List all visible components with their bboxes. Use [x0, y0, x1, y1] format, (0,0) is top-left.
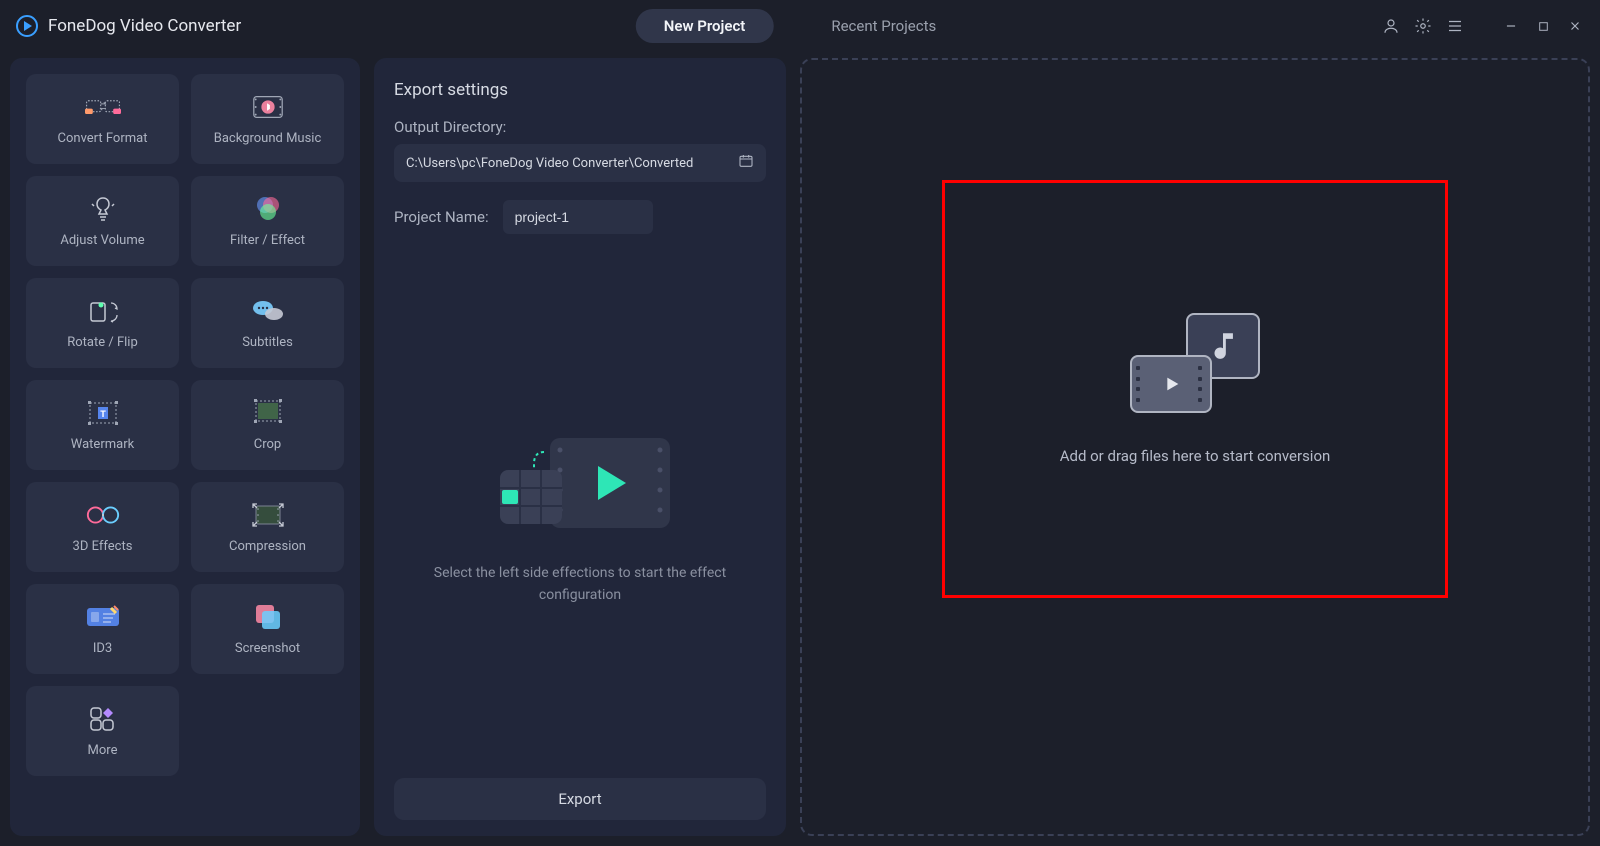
export-settings-panel: Export settings Output Directory: C:\Use…	[374, 58, 786, 836]
svg-text:T: T	[100, 410, 106, 420]
output-directory-label: Output Directory:	[394, 118, 766, 136]
tool-compression[interactable]: Compression	[191, 482, 344, 572]
drop-panel: Add or drag files here to start conversi…	[800, 58, 1590, 836]
tool-panel: Convert Format Background Music Adjust V…	[10, 58, 360, 836]
tool-label: Subtitles	[242, 335, 293, 350]
project-tabs: New Project Recent Projects	[636, 9, 964, 43]
menu-icon[interactable]	[1446, 17, 1464, 35]
minimize-button[interactable]	[1502, 17, 1520, 35]
titlebar: FoneDog Video Converter New Project Rece…	[0, 0, 1600, 52]
settings-icon[interactable]	[1414, 17, 1432, 35]
tool-label: ID3	[93, 641, 112, 656]
output-directory-value: C:\Users\pc\FoneDog Video Converter\Conv…	[406, 156, 693, 171]
tool-adjust-volume[interactable]: Adjust Volume	[26, 176, 179, 266]
project-name-label: Project Name:	[394, 208, 489, 226]
tool-label: More	[88, 743, 118, 758]
compression-icon	[250, 501, 286, 529]
export-button[interactable]: Export	[394, 778, 766, 820]
window-controls	[1382, 17, 1584, 35]
browse-folder-icon[interactable]	[738, 153, 754, 173]
media-drop-icon	[1130, 313, 1260, 413]
close-button[interactable]	[1566, 17, 1584, 35]
project-name-input[interactable]	[503, 200, 653, 234]
maximize-button[interactable]	[1534, 17, 1552, 35]
export-illustration: Select the left side effections to start…	[394, 260, 766, 766]
account-icon[interactable]	[1382, 17, 1400, 35]
tool-background-music[interactable]: Background Music	[191, 74, 344, 164]
subtitles-icon	[250, 297, 286, 325]
tab-recent-projects[interactable]: Recent Projects	[803, 9, 964, 43]
tool-label: Crop	[254, 437, 281, 452]
main-content: Convert Format Background Music Adjust V…	[0, 52, 1600, 846]
app-name: FoneDog Video Converter	[48, 16, 241, 36]
tool-more[interactable]: More	[26, 686, 179, 776]
brand: FoneDog Video Converter	[16, 15, 241, 37]
drop-zone[interactable]: Add or drag files here to start conversi…	[942, 180, 1448, 598]
tool-grid: Convert Format Background Music Adjust V…	[26, 74, 344, 776]
tab-new-project[interactable]: New Project	[636, 9, 774, 43]
tool-label: Rotate / Flip	[67, 335, 138, 350]
tool-watermark[interactable]: T Watermark	[26, 380, 179, 470]
tool-label: Watermark	[71, 437, 134, 452]
convert-format-icon	[85, 93, 121, 121]
filter-effect-icon	[250, 195, 286, 223]
project-name-row: Project Name:	[394, 200, 766, 234]
tool-3d-effects[interactable]: 3D Effects	[26, 482, 179, 572]
tool-label: Background Music	[214, 131, 322, 146]
output-directory-field[interactable]: C:\Users\pc\FoneDog Video Converter\Conv…	[394, 144, 766, 182]
brand-logo-icon	[16, 15, 38, 37]
export-settings-title: Export settings	[394, 80, 766, 100]
tool-crop[interactable]: Crop	[191, 380, 344, 470]
3d-effects-icon	[85, 501, 121, 529]
tool-subtitles[interactable]: Subtitles	[191, 278, 344, 368]
effect-illustration-icon	[480, 420, 680, 540]
tool-label: Filter / Effect	[230, 233, 305, 248]
tool-filter-effect[interactable]: Filter / Effect	[191, 176, 344, 266]
tool-label: Screenshot	[235, 641, 300, 656]
tool-label: Convert Format	[58, 131, 148, 146]
background-music-icon	[250, 93, 286, 121]
screenshot-icon	[250, 603, 286, 631]
tool-rotate-flip[interactable]: Rotate / Flip	[26, 278, 179, 368]
rotate-flip-icon	[85, 297, 121, 325]
drop-zone-text: Add or drag files here to start conversi…	[1060, 447, 1331, 465]
tool-label: Compression	[229, 539, 306, 554]
export-button-label: Export	[558, 790, 601, 808]
tool-id3[interactable]: ID3	[26, 584, 179, 674]
tool-screenshot[interactable]: Screenshot	[191, 584, 344, 674]
tool-label: 3D Effects	[73, 539, 133, 554]
adjust-volume-icon	[85, 195, 121, 223]
crop-icon	[250, 399, 286, 427]
watermark-icon: T	[85, 399, 121, 427]
tool-label: Adjust Volume	[60, 233, 144, 248]
tool-convert-format[interactable]: Convert Format	[26, 74, 179, 164]
id3-icon	[85, 603, 121, 631]
more-icon	[85, 705, 121, 733]
export-hint-text: Select the left side effections to start…	[420, 562, 740, 607]
